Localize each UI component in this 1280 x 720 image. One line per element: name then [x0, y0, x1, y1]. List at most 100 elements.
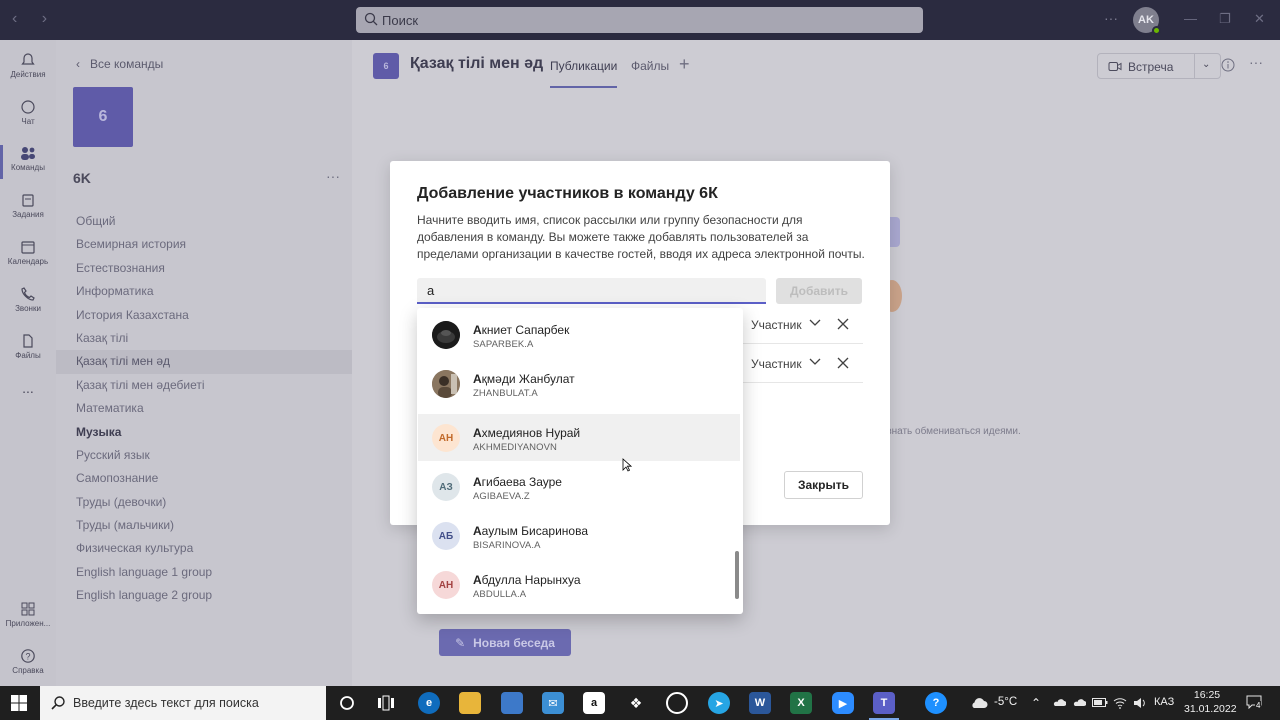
- channel-item[interactable]: Общий: [56, 210, 352, 233]
- channel-item[interactable]: Информатика: [56, 280, 352, 303]
- channel-icon: 6: [373, 53, 399, 79]
- excel-icon[interactable]: X: [790, 692, 812, 714]
- taskbar-search-placeholder: Введите здесь текст для поиска: [73, 696, 259, 710]
- rail-item-help[interactable]: ? Справка: [0, 642, 56, 688]
- task-view-icon[interactable]: [375, 692, 397, 714]
- member-search-input[interactable]: [417, 278, 766, 304]
- language-indicator[interactable]: КАЗ: [1154, 696, 1174, 708]
- more-icon[interactable]: ···: [1249, 54, 1263, 70]
- close-icon[interactable]: [837, 318, 849, 330]
- suggestion-item[interactable]: Акниет Сапарбек SAPARBEK.A: [418, 311, 740, 358]
- rail-item-calls[interactable]: Звонки: [0, 280, 56, 326]
- channel-item[interactable]: Труды (мальчики): [56, 514, 352, 537]
- zoom-icon[interactable]: ▶: [832, 692, 854, 714]
- chevron-down-icon[interactable]: [809, 319, 821, 327]
- suggestion-item[interactable]: АН Абдулла Нарынхуа ABDULLA.A: [418, 561, 740, 608]
- word-icon[interactable]: W: [749, 692, 771, 714]
- channel-item[interactable]: Естествознания: [56, 257, 352, 280]
- channel-item[interactable]: Русский язык: [56, 444, 352, 467]
- rail-item-chat[interactable]: Чат: [0, 93, 56, 139]
- search-input[interactable]: [382, 11, 882, 29]
- role-select[interactable]: Участник: [751, 318, 802, 332]
- channel-item[interactable]: Труды (девочки): [56, 491, 352, 514]
- add-button[interactable]: Добавить: [776, 278, 862, 304]
- mail-icon[interactable]: ✉: [542, 692, 564, 714]
- channel-item[interactable]: История Казахстана: [56, 304, 352, 327]
- suggestion-item[interactable]: АЗ Агибаева Зауре AGIBAEVA.Z: [418, 463, 740, 510]
- app-icon[interactable]: [666, 692, 688, 714]
- rail-item-apps[interactable]: Приложен...: [0, 595, 56, 641]
- wifi-icon[interactable]: [1113, 697, 1127, 709]
- suggestion-item[interactable]: АБ Ааулым Бисаринова BISARINOVA.A: [418, 512, 740, 559]
- presence-dot: [1152, 26, 1161, 35]
- search-box[interactable]: [356, 7, 923, 33]
- channel-item-active[interactable]: Қазақ тілі мен әд: [56, 350, 352, 374]
- channel-item-unread[interactable]: Музыка: [56, 421, 352, 444]
- rail-label: Календарь: [7, 257, 49, 266]
- all-teams-link[interactable]: ‹ Все команды: [76, 57, 163, 71]
- rail-item-teams[interactable]: Команды: [0, 139, 56, 185]
- close-button[interactable]: Закрыть: [784, 471, 863, 499]
- telegram-icon[interactable]: ➤: [708, 692, 730, 714]
- info-icon[interactable]: [1221, 58, 1235, 72]
- file-explorer-icon[interactable]: [459, 692, 481, 714]
- role-select[interactable]: Участник: [751, 357, 802, 371]
- rail-item-assignments[interactable]: Задания: [0, 186, 56, 232]
- chevron-down-icon[interactable]: [809, 358, 821, 366]
- channel-item[interactable]: Всемирная история: [56, 233, 352, 256]
- channel-item[interactable]: Самопознание: [56, 467, 352, 490]
- tab-posts[interactable]: Публикации: [550, 59, 618, 88]
- chevron-left-icon: ‹: [76, 57, 80, 71]
- channel-item[interactable]: Физическая культура: [56, 537, 352, 560]
- teams-icon[interactable]: T: [869, 692, 899, 720]
- channel-item[interactable]: Математика: [56, 397, 352, 420]
- rail-item-activity[interactable]: Действия: [0, 46, 56, 92]
- rail-item-files[interactable]: Файлы: [0, 327, 56, 373]
- avatar[interactable]: AK: [1133, 7, 1161, 35]
- suggestion-item-hovered[interactable]: АН Ахмедиянов Нурай AKHMEDIYANOVN: [418, 414, 740, 461]
- new-conversation-button[interactable]: ✎ Новая беседа: [439, 629, 571, 656]
- clock[interactable]: 16:25 31.01.2022: [1184, 688, 1237, 716]
- channel-item[interactable]: Казақ тілі: [56, 327, 352, 350]
- battery-icon[interactable]: [1092, 698, 1108, 707]
- rail-label: Действия: [10, 70, 46, 79]
- nav-arrows[interactable]: ‹ ›: [12, 10, 57, 28]
- channel-item[interactable]: English language 1 group: [56, 561, 352, 584]
- suggestion-item[interactable]: Ақмәди Жанбулат ZHANBULAT.A: [418, 360, 740, 407]
- taskbar-search[interactable]: Введите здесь текст для поиска: [40, 686, 326, 720]
- rail-label: Звонки: [15, 304, 41, 313]
- windows-start-icon[interactable]: [11, 695, 27, 711]
- minimize-icon[interactable]: —: [1184, 11, 1197, 26]
- rail-label: Справка: [12, 666, 44, 675]
- scrollbar[interactable]: [735, 551, 739, 599]
- more-icon[interactable]: ···: [326, 168, 340, 184]
- chevron-down-icon[interactable]: ⌄: [1202, 59, 1210, 70]
- store-icon[interactable]: [501, 692, 523, 714]
- meet-button[interactable]: Встреча ⌄: [1097, 53, 1221, 79]
- onedrive-icon[interactable]: [1052, 698, 1066, 707]
- maximize-icon[interactable]: ❐: [1219, 11, 1231, 27]
- rail-item-more[interactable]: ...: [0, 374, 56, 420]
- suggestion-email: BISARINOVA.A: [473, 540, 541, 551]
- volume-icon[interactable]: [1133, 697, 1147, 709]
- more-icon[interactable]: ···: [1104, 10, 1118, 26]
- weather-icon[interactable]: [970, 697, 988, 709]
- tab-files[interactable]: Файлы: [631, 59, 669, 73]
- cortana-icon[interactable]: [336, 692, 358, 714]
- edge-icon[interactable]: e: [418, 692, 440, 714]
- close-window-icon[interactable]: ✕: [1254, 11, 1265, 27]
- cloud-icon[interactable]: [1072, 698, 1086, 707]
- dropbox-icon[interactable]: ❖: [625, 692, 647, 714]
- help-icon[interactable]: ?: [925, 692, 947, 714]
- chevron-up-icon[interactable]: ⌃: [1031, 696, 1041, 710]
- channel-item[interactable]: Қазақ тілі мен әдебиеті: [56, 374, 352, 397]
- close-icon[interactable]: [837, 357, 849, 369]
- rail-item-calendar[interactable]: Календарь: [0, 233, 56, 279]
- team-name: 6K: [73, 170, 91, 186]
- channel-item[interactable]: English language 2 group: [56, 584, 352, 607]
- amazon-icon[interactable]: a: [583, 692, 605, 714]
- team-avatar: 6: [73, 87, 133, 147]
- add-tab-icon[interactable]: +: [679, 54, 690, 75]
- notifications-icon[interactable]: 4: [1246, 695, 1262, 714]
- file-icon: [23, 334, 33, 348]
